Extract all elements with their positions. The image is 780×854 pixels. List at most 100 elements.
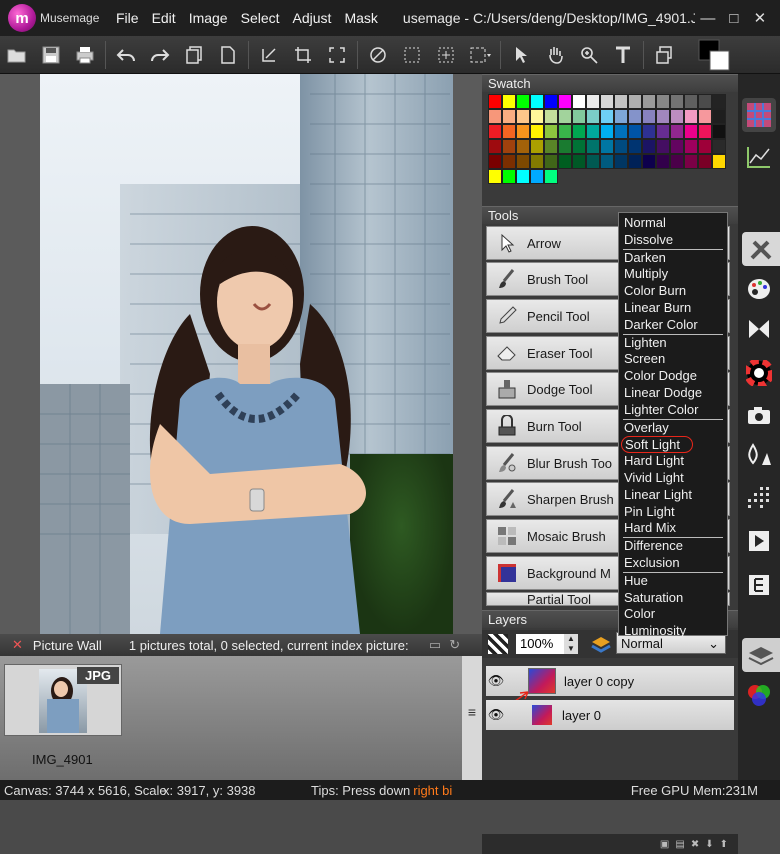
swatch-color[interactable] — [684, 139, 698, 154]
swatch-color[interactable] — [558, 124, 572, 139]
photo-canvas[interactable] — [40, 74, 453, 634]
swatch-color[interactable] — [684, 124, 698, 139]
swatch-color[interactable] — [502, 154, 516, 169]
move-up-icon[interactable]: ⬆ — [720, 839, 728, 850]
layers-icon[interactable] — [647, 38, 681, 72]
swatch-color[interactable] — [698, 139, 712, 154]
swatch-color[interactable] — [530, 139, 544, 154]
menu-select[interactable]: Select — [241, 10, 280, 26]
swatch-color[interactable] — [670, 154, 684, 169]
swatch-color[interactable] — [544, 169, 558, 184]
swatch-color[interactable] — [600, 94, 614, 109]
blend-option-linear-dodge[interactable]: Linear Dodge — [621, 385, 725, 402]
pointer-icon[interactable] — [504, 38, 538, 72]
swatch-color[interactable] — [614, 124, 628, 139]
minimize-button[interactable]: — — [695, 5, 721, 31]
swatch-color[interactable] — [614, 109, 628, 124]
swatch-color[interactable] — [712, 124, 726, 139]
blend-option-overlay[interactable]: Overlay — [621, 420, 725, 437]
color-wheel-icon[interactable] — [742, 356, 776, 390]
tools-panel-icon[interactable] — [742, 232, 780, 266]
picture-wall-scrollbar[interactable]: ≡ — [462, 656, 482, 780]
swatch-color[interactable] — [670, 109, 684, 124]
new-layer-icon[interactable]: ▣ — [660, 839, 669, 850]
swatch-color[interactable] — [614, 139, 628, 154]
canvas-area[interactable] — [0, 74, 482, 634]
picture-thumbnail[interactable]: JPG — [4, 664, 122, 736]
marquee-icon[interactable] — [395, 38, 429, 72]
swatch-color[interactable] — [572, 124, 586, 139]
swatch-color[interactable] — [642, 154, 656, 169]
swatch-color[interactable] — [586, 109, 600, 124]
swatch-color[interactable] — [544, 139, 558, 154]
save-icon[interactable] — [34, 38, 68, 72]
swatch-color[interactable] — [530, 94, 544, 109]
duplicate-layer-icon[interactable]: ▤ — [675, 839, 684, 850]
swatch-color[interactable] — [698, 124, 712, 139]
menu-edit[interactable]: Edit — [152, 10, 176, 26]
swatch-color[interactable] — [572, 139, 586, 154]
swatch-color[interactable] — [516, 169, 530, 184]
text-icon[interactable] — [606, 38, 640, 72]
swatch-color[interactable] — [572, 94, 586, 109]
swatch-color[interactable] — [698, 154, 712, 169]
sharpen-icon[interactable] — [742, 438, 776, 472]
opacity-stepper[interactable]: ▲ ▼ — [564, 634, 578, 654]
picture-wall-close-button[interactable]: ✕ — [12, 637, 23, 653]
select-all-icon[interactable] — [429, 38, 463, 72]
refresh-icon[interactable]: ↻ — [449, 637, 460, 653]
swatch-color[interactable] — [670, 94, 684, 109]
copy-icon[interactable] — [177, 38, 211, 72]
blend-option-exclusion[interactable]: Exclusion — [621, 555, 725, 572]
blend-option-hard-mix[interactable]: Hard Mix — [621, 520, 725, 537]
swatch-color[interactable] — [684, 154, 698, 169]
swatch-color[interactable] — [572, 154, 586, 169]
swatch-color[interactable] — [586, 124, 600, 139]
swatch-color[interactable] — [656, 154, 670, 169]
eye-icon[interactable]: 👁 — [486, 673, 506, 689]
blend-option-lighter-color[interactable]: Lighter Color — [621, 402, 725, 419]
camera-icon[interactable] — [742, 398, 776, 432]
swatch-color[interactable] — [544, 109, 558, 124]
no-select-icon[interactable] — [361, 38, 395, 72]
rotate-icon[interactable] — [252, 38, 286, 72]
blend-option-soft-light[interactable]: Soft Light — [621, 436, 693, 454]
swatch-color[interactable] — [684, 94, 698, 109]
swatch-color[interactable] — [628, 154, 642, 169]
folder-icon[interactable]: ▭ — [429, 637, 441, 653]
swatch-color[interactable] — [712, 109, 726, 124]
swatch-color[interactable] — [600, 124, 614, 139]
layer-style-icon[interactable] — [590, 634, 612, 657]
blend-mode-dropdown[interactable]: Normal Dissolve Darken Multiply Color Burn Li… — [618, 212, 728, 638]
print-icon[interactable] — [68, 38, 102, 72]
swatch-color[interactable] — [502, 124, 516, 139]
swatch-color[interactable] — [642, 109, 656, 124]
swatch-color[interactable] — [544, 94, 558, 109]
blend-option-linear-burn[interactable]: Linear Burn — [621, 300, 725, 317]
menu-mask[interactable]: Mask — [344, 10, 377, 26]
crop-icon[interactable] — [286, 38, 320, 72]
blend-option-color-dodge[interactable]: Color Dodge — [621, 368, 725, 385]
swatch-panel-icon[interactable] — [742, 98, 776, 132]
swatch-color[interactable] — [488, 154, 502, 169]
swatch-color[interactable] — [586, 94, 600, 109]
swatch-color[interactable] — [684, 109, 698, 124]
swatch-color[interactable] — [488, 94, 502, 109]
swatch-color[interactable] — [502, 109, 516, 124]
menu-adjust[interactable]: Adjust — [293, 10, 332, 26]
layer-row[interactable]: 👁 layer 0 — [486, 700, 734, 730]
swatch-color[interactable] — [712, 94, 726, 109]
swatch-color[interactable] — [544, 154, 558, 169]
blend-option-luminosity[interactable]: Luminosity — [621, 623, 725, 640]
blend-option-multiply[interactable]: Multiply — [621, 266, 725, 283]
new-doc-icon[interactable] — [211, 38, 245, 72]
swatch-color[interactable] — [600, 109, 614, 124]
opacity-input[interactable]: 100% — [516, 634, 564, 654]
swatch-color[interactable] — [558, 109, 572, 124]
swatch-color[interactable] — [628, 139, 642, 154]
blend-option-screen[interactable]: Screen — [621, 351, 725, 368]
histogram-icon[interactable] — [742, 140, 776, 174]
blend-option-dissolve[interactable]: Dissolve — [621, 232, 725, 249]
blend-option-color-burn[interactable]: Color Burn — [621, 283, 725, 300]
blend-option-darker-color[interactable]: Darker Color — [621, 317, 725, 334]
